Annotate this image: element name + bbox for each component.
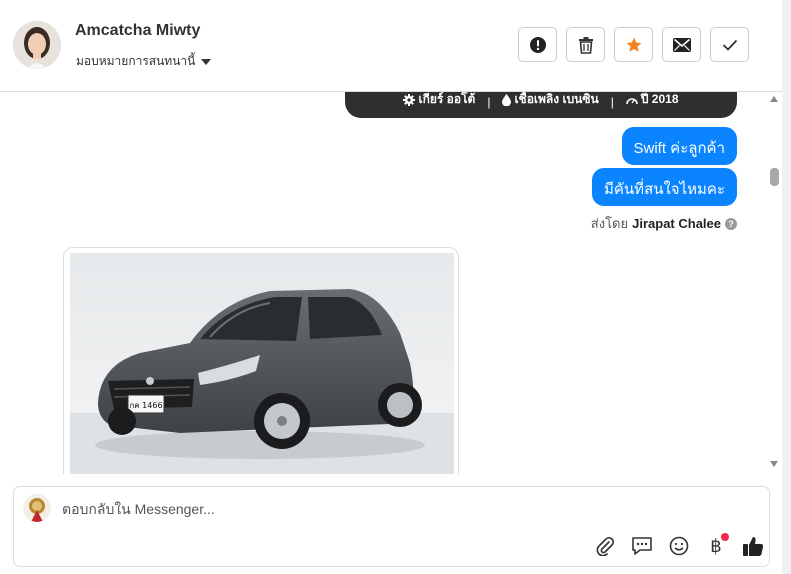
sent-by-prefix: ส่งโดย [590,216,629,231]
message-bubble[interactable]: มีคันที่สนใจไหมคะ [592,168,737,206]
message-list[interactable]: เกียร์ ออโต้ | เชื้อเพลิง เบนซิน | ปี 20… [0,92,765,474]
spec-divider: | [487,95,491,109]
envelope-icon [672,37,691,52]
scroll-thumb[interactable] [770,168,779,186]
sent-by-label: ส่งโดย Jirapat Chalee ? [591,213,737,234]
contact-name: Amcatcha Miwty [75,22,201,39]
message-bubble[interactable]: Swift ค่ะลูกค้า [621,127,737,165]
baht-icon: ฿ [710,535,722,557]
speedometer-icon [626,97,638,104]
saved-replies-button[interactable] [629,533,655,559]
mark-done-button[interactable] [710,27,749,62]
chat-bubble-icon [632,537,652,555]
smiley-icon [669,536,689,556]
thumbs-up-icon [743,537,764,556]
checkmark-icon [722,39,737,51]
header-actions [518,27,749,62]
like-button[interactable] [740,533,766,559]
spec-divider: | [610,95,614,109]
spec-year: ปี 2018 [640,92,679,106]
car-spec-card: เกียร์ ออโต้ | เชื้อเพลิง เบนซิน | ปี 20… [345,92,737,118]
reply-input[interactable] [62,501,582,517]
trash-icon [578,36,593,54]
help-icon[interactable]: ? [725,217,737,230]
spec-gear: เกียร์ ออโต้ [418,92,476,106]
emoji-button[interactable] [666,533,692,559]
car-photo-attachment[interactable]: กค 1466 [63,247,459,474]
alert-circle-icon [529,36,546,53]
spam-report-button[interactable] [518,27,557,62]
composer-tools: ฿ [592,533,766,559]
fuel-drop-icon [502,93,512,106]
conversation-header: Amcatcha Miwty มอบหมายการสนทนานี้ [0,0,782,92]
reply-composer: ฿ [13,486,770,567]
gear-icon [403,93,416,106]
page-scrollbar[interactable] [782,0,791,574]
assign-label: มอบหมายการสนทนานี้ [76,54,196,68]
star-button[interactable] [614,27,653,62]
scroll-up-arrow-icon[interactable] [770,96,778,102]
spec-fuel: เชื้อเพลิง เบนซิน [514,92,599,106]
scroll-down-arrow-icon[interactable] [770,461,778,467]
car-photo: กค 1466 [70,253,454,474]
contact-avatar[interactable] [13,21,61,69]
license-plate: กค 1466 [129,401,162,410]
attach-button[interactable] [592,533,618,559]
page-avatar [23,494,51,522]
paperclip-icon [596,536,615,556]
star-icon [626,37,641,52]
notification-dot [721,533,729,541]
assign-conversation-dropdown[interactable]: มอบหมายการสนทนานี้ [76,52,212,71]
mark-unread-button[interactable] [662,27,701,62]
sent-by-name: Jirapat Chalee [632,216,721,231]
payment-button[interactable]: ฿ [703,533,729,559]
delete-button[interactable] [566,27,605,62]
chevron-down-icon [201,59,212,65]
